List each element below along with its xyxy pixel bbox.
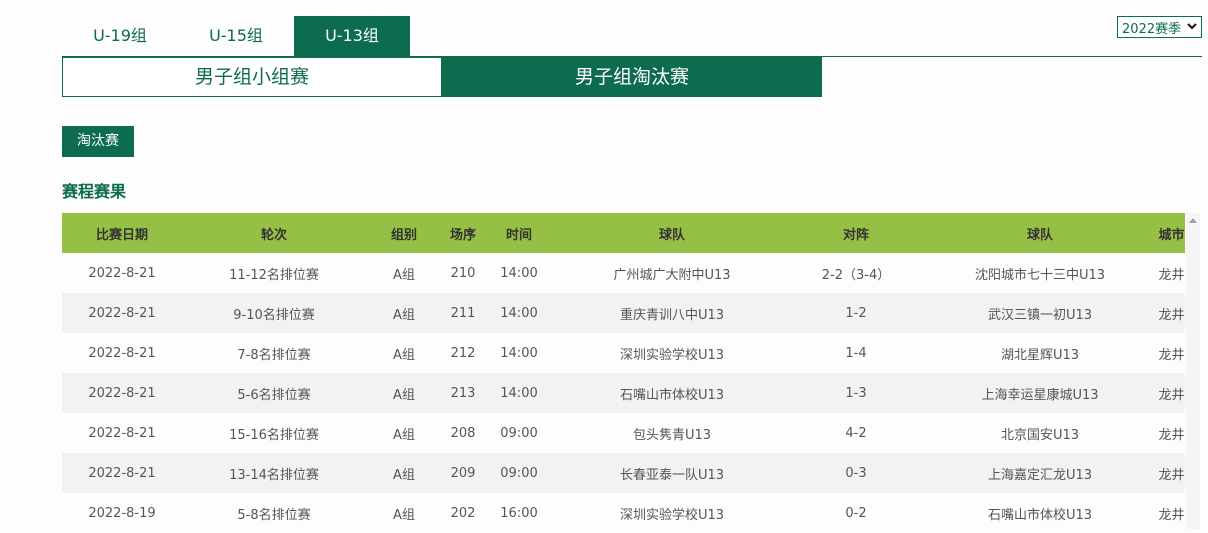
cell-date: 2022-8-21	[62, 373, 182, 413]
cell-city: 龙井	[1158, 413, 1185, 453]
cell-group: A组	[366, 413, 442, 453]
cell-round: 5-8名排位赛	[182, 493, 366, 533]
cell-time: 09:00	[484, 453, 554, 493]
tab-u13[interactable]: U-13组	[294, 16, 410, 56]
cell-match-no: 209	[442, 453, 484, 493]
cell-match-no: 212	[442, 333, 484, 373]
cell-score: 0-3	[790, 453, 922, 493]
cell-time: 14:00	[484, 293, 554, 333]
cell-home-team: 长春亚泰一队U13	[554, 453, 790, 493]
cell-round: 15-16名排位赛	[182, 413, 366, 453]
tab-knockout-stage[interactable]: 男子组淘汰赛	[442, 57, 822, 97]
section-title: 赛程赛果	[62, 182, 127, 201]
tab-u15[interactable]: U-15组	[178, 16, 294, 56]
cell-match-no: 211	[442, 293, 484, 333]
cell-away-team: 武汉三镇一初U13	[922, 293, 1158, 333]
cell-group: A组	[366, 253, 442, 293]
cell-time: 14:00	[484, 373, 554, 413]
cell-city: 龙井	[1158, 253, 1185, 293]
cell-date: 2022-8-21	[62, 333, 182, 373]
table-row: 2022-8-21 11-12名排位赛 A组 210 14:00 广州城广大附中U13 2-…	[62, 253, 1185, 293]
cell-city: 龙井	[1158, 453, 1185, 493]
cell-home-team: 深圳实验学校U13	[554, 493, 790, 533]
season-select-value: 2022赛季	[1122, 21, 1182, 37]
cell-city: 龙井	[1158, 373, 1185, 413]
cell-home-team: 深圳实验学校U13	[554, 333, 790, 373]
cell-score: 1-4	[790, 333, 922, 373]
cell-home-team: 石嘴山市体校U13	[554, 373, 790, 413]
cell-date: 2022-8-21	[62, 453, 182, 493]
header-city: 城市	[1158, 213, 1185, 253]
table-header-row: 比赛日期 轮次 组别 场序 时间 球队 对阵 球队 城市	[62, 213, 1185, 253]
cell-date: 2022-8-19	[62, 493, 182, 533]
cell-match-no: 210	[442, 253, 484, 293]
knockout-button[interactable]: 淘汰赛	[62, 126, 134, 157]
header-match-no: 场序	[442, 213, 484, 253]
cell-group: A组	[366, 493, 442, 533]
cell-date: 2022-8-21	[62, 253, 182, 293]
cell-round: 7-8名排位赛	[182, 333, 366, 373]
table-row: 2022-8-21 7-8名排位赛 A组 212 14:00 深圳实验学校U13 1-4 湖北…	[62, 333, 1185, 373]
cell-group: A组	[366, 373, 442, 413]
table-row: 2022-8-21 9-10名排位赛 A组 211 14:00 重庆青训八中U13 1-2 武…	[62, 293, 1185, 333]
table-row: 2022-8-21 15-16名排位赛 A组 208 09:00 包头隽青U13 4-2 北京…	[62, 413, 1185, 453]
cell-city: 龙井	[1158, 333, 1185, 373]
header-away-team: 球队	[922, 213, 1158, 253]
cell-city: 龙井	[1158, 293, 1185, 333]
table-row: 2022-8-21 13-14名排位赛 A组 209 09:00 长春亚泰一队U13 0-3…	[62, 453, 1185, 493]
cell-away-team: 湖北星辉U13	[922, 333, 1158, 373]
cell-city: 龙井	[1158, 493, 1185, 533]
cell-score: 1-2	[790, 293, 922, 333]
cell-away-team: 上海嘉定汇龙U13	[922, 453, 1158, 493]
season-select[interactable]: 2022赛季	[1117, 16, 1202, 38]
cell-group: A组	[366, 333, 442, 373]
cell-score: 1-3	[790, 373, 922, 413]
cell-round: 13-14名排位赛	[182, 453, 366, 493]
header-group: 组别	[366, 213, 442, 253]
scroll-up-arrow-icon[interactable]	[1189, 218, 1197, 223]
cell-date: 2022-8-21	[62, 413, 182, 453]
cell-round: 5-6名排位赛	[182, 373, 366, 413]
tab-u19[interactable]: U-19组	[62, 16, 178, 56]
cell-away-team: 上海幸运星康城U13	[922, 373, 1158, 413]
stage-tabs: 男子组小组赛 男子组淘汰赛	[62, 57, 822, 97]
cell-match-no: 213	[442, 373, 484, 413]
table-body: 2022-8-21 11-12名排位赛 A组 210 14:00 广州城广大附中U13 2-…	[62, 253, 1185, 533]
cell-score: 4-2	[790, 413, 922, 453]
table-row: 2022-8-21 5-6名排位赛 A组 213 14:00 石嘴山市体校U13 1-3 上海…	[62, 373, 1185, 413]
header-score: 对阵	[790, 213, 922, 253]
chevron-down-icon	[1187, 23, 1197, 30]
vertical-scrollbar[interactable]	[1186, 213, 1200, 529]
cell-match-no: 208	[442, 413, 484, 453]
cell-group: A组	[366, 453, 442, 493]
cell-match-no: 202	[442, 493, 484, 533]
header-date: 比赛日期	[62, 213, 182, 253]
cell-home-team: 包头隽青U13	[554, 413, 790, 453]
age-group-tabs: U-19组 U-15组 U-13组	[62, 16, 410, 56]
cell-date: 2022-8-21	[62, 293, 182, 333]
cell-score: 2-2（3-4）	[790, 253, 922, 293]
cell-home-team: 广州城广大附中U13	[554, 253, 790, 293]
cell-score: 0-2	[790, 493, 922, 533]
header-round: 轮次	[182, 213, 366, 253]
cell-time: 09:00	[484, 413, 554, 453]
table-row: 2022-8-19 5-8名排位赛 A组 202 16:00 深圳实验学校U13 0-2 石嘴…	[62, 493, 1185, 533]
schedule-table: 比赛日期 轮次 组别 场序 时间 球队 对阵 球队 城市 2022-8-21 11…	[62, 213, 1185, 533]
tab-group-stage[interactable]: 男子组小组赛	[62, 57, 442, 97]
cell-home-team: 重庆青训八中U13	[554, 293, 790, 333]
header-home-team: 球队	[554, 213, 790, 253]
cell-time: 14:00	[484, 333, 554, 373]
header-time: 时间	[484, 213, 554, 253]
cell-away-team: 北京国安U13	[922, 413, 1158, 453]
cell-away-team: 石嘴山市体校U13	[922, 493, 1158, 533]
cell-group: A组	[366, 293, 442, 333]
cell-away-team: 沈阳城市七十三中U13	[922, 253, 1158, 293]
cell-round: 11-12名排位赛	[182, 253, 366, 293]
cell-round: 9-10名排位赛	[182, 293, 366, 333]
schedule-table-wrapper: 比赛日期 轮次 组别 场序 时间 球队 对阵 球队 城市 2022-8-21 11…	[62, 213, 1185, 533]
cell-time: 16:00	[484, 493, 554, 533]
cell-time: 14:00	[484, 253, 554, 293]
